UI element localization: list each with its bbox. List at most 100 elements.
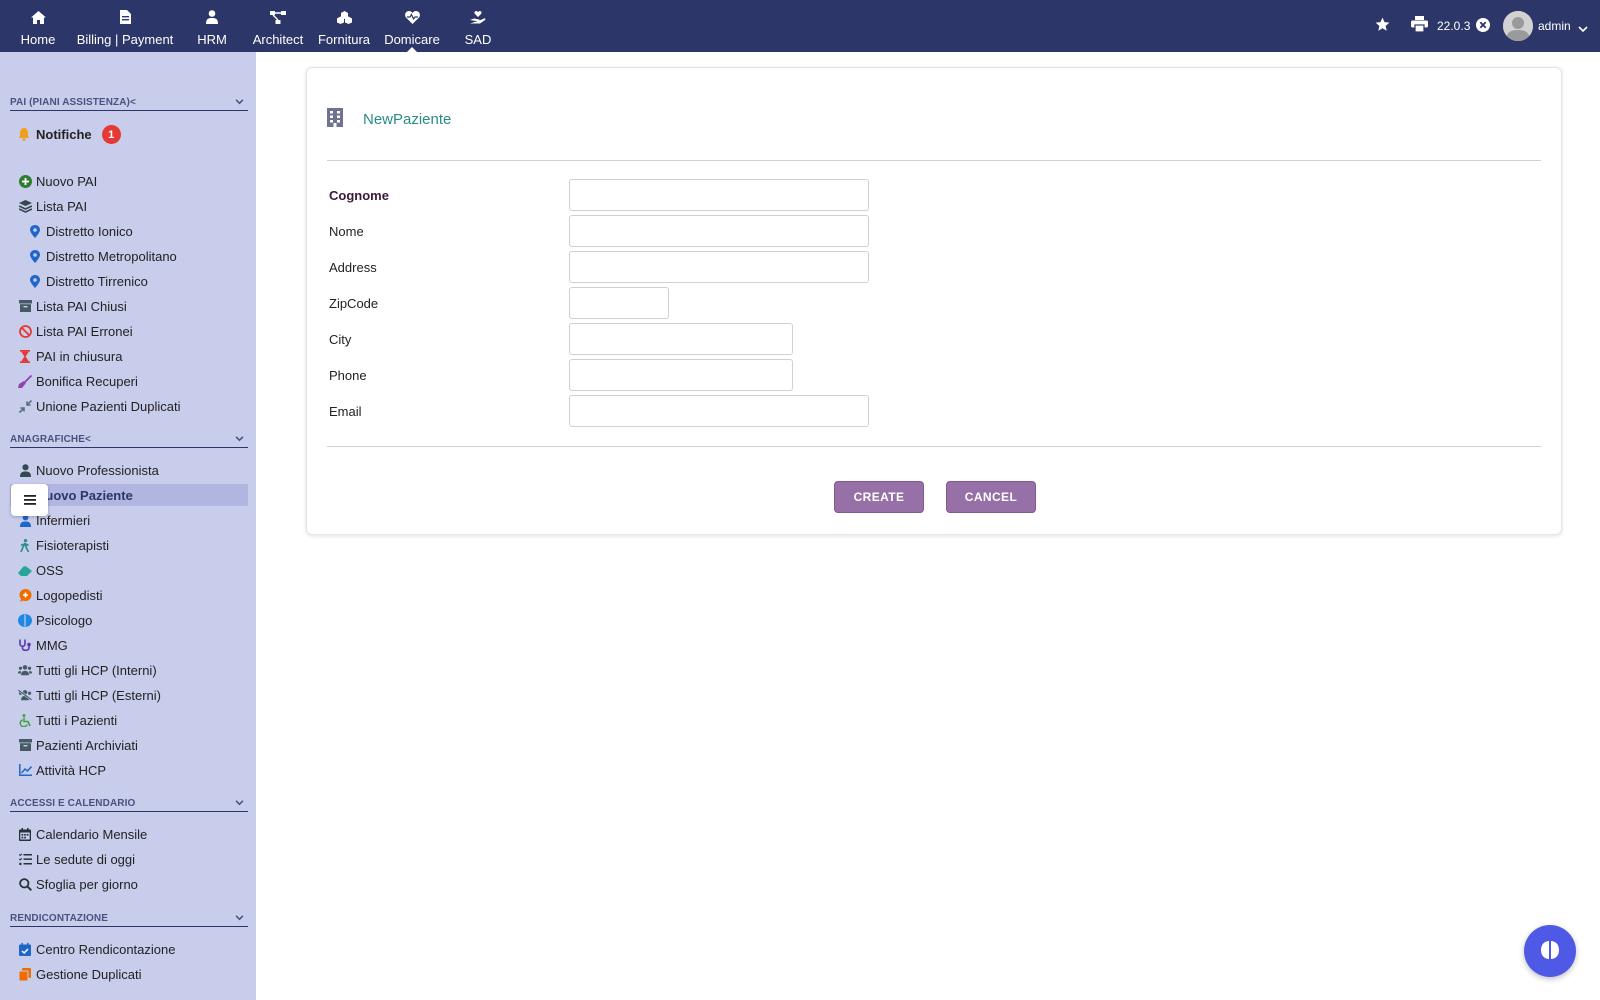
chevron-down-icon	[235, 798, 244, 809]
city-input[interactable]	[569, 323, 793, 355]
sidebar-item-label: Bonifica Recuperi	[36, 373, 138, 389]
search-icon	[18, 877, 32, 891]
divider	[327, 160, 1541, 161]
chevron-down-icon[interactable]	[1578, 21, 1588, 36]
sidebar-item-tutti-hcp-esterni[interactable]: Tutti gli HCP (Esterni)	[18, 684, 248, 706]
sidebar-item-attivita-hcp[interactable]: Attività HCP	[18, 759, 248, 781]
field-label-phone: Phone	[329, 368, 367, 383]
sidebar-item-label: Pazienti Archiviati	[36, 737, 138, 753]
copy-icon	[18, 967, 32, 981]
sidebar-section-rendicontazione[interactable]: RENDICONTAZIONE	[10, 913, 248, 927]
form-row-email: Email	[329, 395, 929, 427]
comment-medical-icon	[18, 588, 32, 602]
sidebar-item-pai-in-chiusura[interactable]: PAI in chiusura	[18, 345, 248, 367]
nav-home-label: Home	[20, 32, 56, 47]
print-icon[interactable]	[1411, 16, 1428, 35]
sidebar-item-infermieri[interactable]: Infermieri	[18, 509, 248, 531]
sidebar-item-fisioterapisti[interactable]: Fisioterapisti	[18, 534, 248, 556]
map-marker-icon	[28, 224, 42, 238]
sidebar-item-sfoglia-per-giorno[interactable]: Sfoglia per giorno	[18, 873, 248, 895]
nav-architect[interactable]: Architect	[246, 0, 310, 52]
sidebar-item-tutti-i-pazienti[interactable]: Tutti i Pazienti	[18, 709, 248, 731]
sidebar-item-label: Nuovo Paziente	[36, 487, 133, 503]
bell-icon	[18, 128, 30, 141]
email-input[interactable]	[569, 395, 869, 427]
form-row-cognome: Cognome	[329, 179, 929, 211]
nav-hrm-label: HRM	[197, 32, 227, 47]
nav-sad[interactable]: SAD	[458, 0, 498, 52]
plus-circle-icon	[18, 174, 32, 188]
nav-billing-payment[interactable]: Billing | Payment	[72, 0, 178, 52]
cancel-button[interactable]: CANCEL	[946, 481, 1036, 513]
sidebar-item-lista-pai[interactable]: Lista PAI	[18, 195, 248, 217]
sidebar-item-logopedisti[interactable]: Logopedisti	[18, 584, 248, 606]
field-label-zipcode: ZipCode	[329, 296, 379, 311]
nome-input[interactable]	[569, 215, 869, 247]
sidebar-item-label: Centro Rendicontazione	[36, 941, 176, 957]
sidebar-item-label: Psicologo	[36, 612, 93, 628]
sidebar-notifications[interactable]: Notifiche 1	[18, 125, 121, 144]
users-slash-icon	[18, 688, 32, 702]
sidebar-item-nuovo-pai[interactable]: Nuovo PAI	[18, 170, 248, 192]
version-label: 22.0.3	[1437, 19, 1471, 33]
sidebar-item-label: MMG	[36, 637, 68, 653]
sidebar-item-psicologo[interactable]: Psicologo	[18, 609, 248, 631]
create-button[interactable]: CREATE	[834, 481, 924, 513]
hourglass-icon	[18, 349, 32, 363]
sidebar-item-sedute-di-oggi[interactable]: Le sedute di oggi	[18, 848, 248, 870]
notifications-badge: 1	[101, 125, 121, 144]
nav-hrm[interactable]: HRM	[190, 0, 234, 52]
sidebar-item-mmg[interactable]: MMG	[18, 634, 248, 656]
nav-home[interactable]: Home	[14, 0, 62, 52]
person-walking-icon	[18, 538, 32, 552]
star-icon[interactable]	[1375, 17, 1390, 35]
sidebar-item-bonifica-recuperi[interactable]: Bonifica Recuperi	[18, 370, 248, 392]
sidebar-item-distretto-metropolitano[interactable]: Distretto Metropolitano	[28, 245, 256, 267]
sidebar-item-pazienti-archiviati[interactable]: Pazienti Archiviati	[18, 734, 248, 756]
phone-input[interactable]	[569, 359, 793, 391]
top-navbar: Home Billing | Payment HRM Architect For…	[0, 0, 1600, 52]
sidebar-item-distretto-tirrenico[interactable]: Distretto Tirrenico	[28, 270, 256, 292]
sidebar-item-lista-pai-chiusi[interactable]: Lista PAI Chiusi	[18, 295, 248, 317]
sidebar-item-label: Nuovo Professionista	[36, 462, 159, 478]
sidebar-item-label: Lista PAI Chiusi	[36, 298, 127, 314]
sidebar-item-distretto-ionico[interactable]: Distretto Ionico	[28, 220, 256, 242]
assistant-fab-button[interactable]	[1524, 925, 1576, 977]
field-label-nome: Nome	[329, 224, 364, 239]
sidebar-item-label: Attività HCP	[36, 762, 107, 778]
sidebar-item-centro-rendicontazione[interactable]: Centro Rendicontazione	[18, 938, 248, 960]
chevron-down-icon	[235, 434, 244, 445]
users-icon	[18, 663, 32, 677]
user-name[interactable]: admin	[1538, 19, 1571, 33]
sidebar-item-unione-pazienti-duplicati[interactable]: Unione Pazienti Duplicati	[18, 395, 248, 417]
sidebar-item-tutti-hcp-interni[interactable]: Tutti gli HCP (Interni)	[18, 659, 248, 681]
sidebar-section-pai[interactable]: PAI (PIANI ASSISTENZA)<	[10, 97, 248, 111]
zipcode-input[interactable]	[569, 287, 669, 319]
close-circle-icon[interactable]	[1476, 18, 1490, 35]
sidebar-item-label: Tutti gli HCP (Esterni)	[36, 687, 161, 703]
calendar-check-icon	[18, 942, 32, 956]
compress-icon	[18, 399, 32, 413]
nav-domicare[interactable]: Domicare	[380, 0, 444, 52]
sidebar-item-gestione-duplicati[interactable]: Gestione Duplicati	[18, 963, 248, 985]
address-input[interactable]	[569, 251, 869, 283]
sidebar-item-label: OSS	[36, 562, 64, 578]
sidebar-toggle-button[interactable]	[11, 484, 48, 516]
section-title: RENDICONTAZIONE	[10, 913, 108, 924]
sidebar-item-oss[interactable]: OSS	[18, 559, 248, 581]
sidebar-item-calendario-mensile[interactable]: Calendario Mensile	[18, 823, 248, 845]
chevron-down-icon	[235, 913, 244, 924]
sidebar-section-accessi[interactable]: ACCESSI E CALENDARIO	[10, 798, 248, 812]
list-check-icon	[18, 852, 32, 866]
map-marker-icon	[28, 274, 42, 288]
cognome-input[interactable]	[569, 179, 869, 211]
form-row-address: Address	[329, 251, 929, 283]
sidebar-item-nuovo-professionista[interactable]: Nuovo Professionista	[18, 459, 248, 481]
sidebar-item-label: Distretto Tirrenico	[46, 273, 148, 289]
chevron-down-icon	[235, 97, 244, 108]
chart-line-icon	[18, 763, 32, 777]
user-avatar[interactable]	[1503, 11, 1533, 41]
sidebar-item-lista-pai-erronei[interactable]: Lista PAI Erronei	[18, 320, 248, 342]
sidebar-section-anagrafiche[interactable]: ANAGRAFICHE<	[10, 434, 248, 448]
nav-fornitura[interactable]: Fornitura	[315, 0, 373, 52]
